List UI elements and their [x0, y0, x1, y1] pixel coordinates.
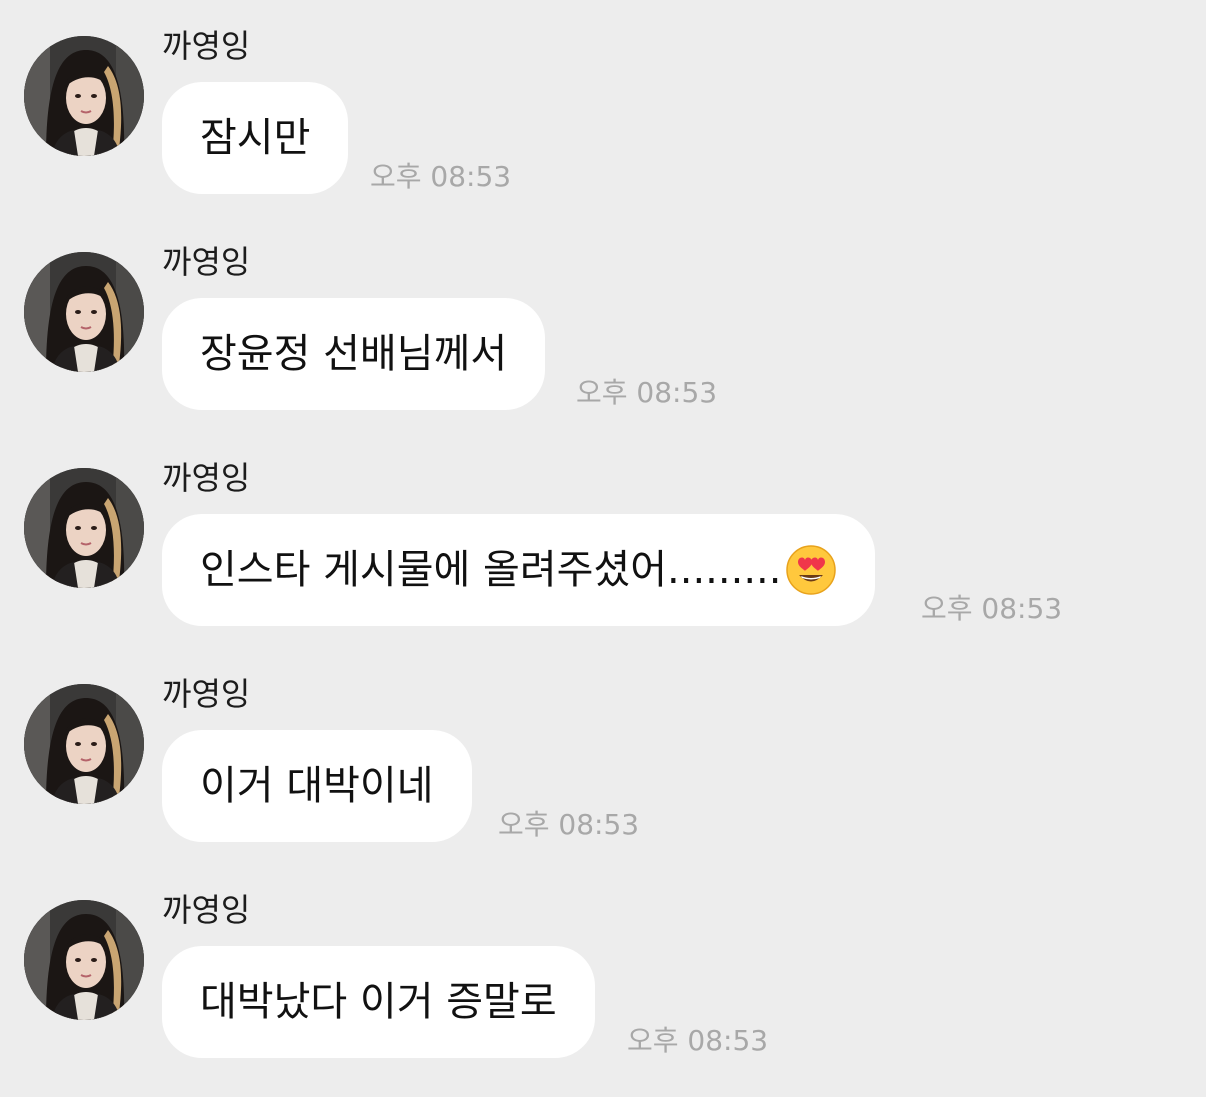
sender-name: 까영잉 [162, 891, 251, 929]
message-row: 까영잉 잠시만 오후 08:53 [0, 0, 1206, 200]
message-bubble[interactable]: 인스타 게시물에 올려주셨어......... [162, 514, 876, 626]
profile-photo-icon [24, 36, 144, 156]
message-text: 이거 대박이네 [200, 763, 434, 809]
chat-message-list[interactable]: 까영잉 잠시만 오후 08:53 까영잉 장윤정 선배님께서 오후 08:53 … [0, 0, 1206, 1097]
sender-name: 까영잉 [162, 675, 251, 713]
message-timestamp: 오후 08:53 [370, 160, 512, 193]
message-row: 까영잉 이거 대박이네 오후 08:53 [0, 648, 1206, 848]
avatar[interactable] [24, 684, 144, 804]
avatar[interactable] [24, 468, 144, 588]
message-text: 대박났다 이거 증말로 [200, 979, 557, 1025]
message-bubble[interactable]: 대박났다 이거 증말로 [162, 946, 595, 1058]
message-text: 장윤정 선배님께서 [200, 331, 508, 377]
message-text: 잠시만 [200, 115, 311, 161]
avatar[interactable] [24, 36, 144, 156]
sender-name: 까영잉 [162, 243, 251, 281]
message-timestamp: 오후 08:53 [498, 808, 640, 841]
message-bubble[interactable]: 잠시만 [162, 82, 349, 194]
message-timestamp: 오후 08:53 [627, 1024, 769, 1057]
message-row: 까영잉 대박났다 이거 증말로 오후 08:53 [0, 864, 1206, 1064]
message-row: 까영잉 장윤정 선배님께서 오후 08:53 [0, 216, 1206, 416]
profile-photo-icon [24, 468, 144, 588]
avatar[interactable] [24, 900, 144, 1020]
profile-photo-icon [24, 684, 144, 804]
sender-name: 까영잉 [162, 459, 251, 497]
heart-eyes-emoji-icon [785, 544, 837, 596]
message-bubble[interactable]: 이거 대박이네 [162, 730, 472, 842]
sender-name: 까영잉 [162, 27, 251, 65]
profile-photo-icon [24, 252, 144, 372]
message-timestamp: 오후 08:53 [576, 376, 718, 409]
message-bubble[interactable]: 장윤정 선배님께서 [162, 298, 546, 410]
message-text: 인스타 게시물에 올려주셨어......... [200, 547, 782, 593]
profile-photo-icon [24, 900, 144, 1020]
message-timestamp: 오후 08:53 [921, 592, 1063, 625]
message-row: 까영잉 인스타 게시물에 올려주셨어......... 오후 08:53 [0, 432, 1206, 632]
avatar[interactable] [24, 252, 144, 372]
